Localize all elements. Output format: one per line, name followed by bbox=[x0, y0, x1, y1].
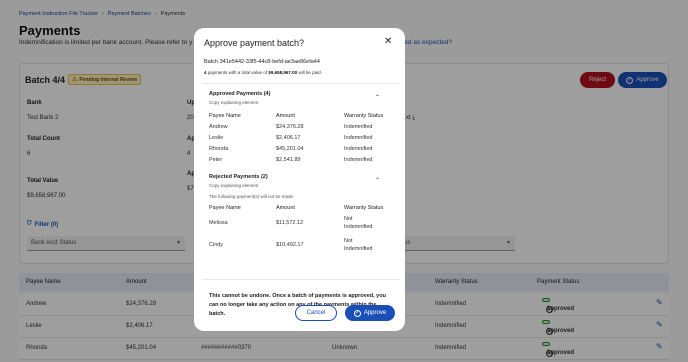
approved-payee: Rhonda bbox=[209, 146, 229, 152]
rejected-warranty-line2: Indemnified bbox=[344, 224, 373, 230]
approved-warranty: Indemnified bbox=[344, 146, 373, 152]
rejected-section-sub: Copy explaining element bbox=[209, 183, 259, 188]
chevron-up-icon[interactable]: ⌃ bbox=[375, 94, 380, 101]
rejected-payee: Melissa bbox=[209, 220, 228, 226]
approved-amount: $45,201.04 bbox=[276, 146, 304, 152]
approved-amount: $2,541.89 bbox=[276, 157, 301, 163]
summary-mid: payments with a total value of bbox=[206, 70, 269, 75]
approved-amount: $2,406.17 bbox=[276, 135, 301, 141]
summary-end: will be paid. bbox=[297, 70, 322, 75]
approved-warranty: Indemnified bbox=[344, 135, 373, 141]
cancel-button[interactable]: Cancel bbox=[295, 305, 337, 321]
approved-col-amount: Amount bbox=[276, 113, 295, 119]
approve-batch-dialog: Approve payment batch? ✕ Batch 341e5442-… bbox=[194, 28, 405, 331]
approved-payee: Peter bbox=[209, 157, 223, 163]
summary-value: $9,658,967.00 bbox=[268, 70, 298, 75]
rejected-warranty-line1: Not bbox=[344, 216, 353, 222]
rejected-col-payee: Payee Name bbox=[209, 205, 241, 211]
approved-section-sub: Copy explaining element bbox=[209, 100, 259, 105]
confirm-approve-button[interactable]: ✓ Approve bbox=[345, 305, 395, 321]
approved-col-warranty: Warranty Status bbox=[344, 113, 384, 119]
rejected-payee: Cindy bbox=[209, 242, 224, 248]
rejected-section-note: The following payment(s) will not be mad… bbox=[209, 194, 295, 199]
approved-section-heading: Approved Payments (4) bbox=[209, 91, 271, 97]
check-circle-icon: ✓ bbox=[353, 309, 361, 317]
approved-payee: Andrew bbox=[209, 124, 228, 130]
confirm-approve-label: Approve bbox=[363, 310, 387, 316]
rejected-amount: $10,492.17 bbox=[276, 242, 304, 248]
rejected-warranty-line1: Not bbox=[344, 238, 353, 244]
dialog-batch-id: Batch 341e5442-33f5-44c8-befd-ae3ae86efa… bbox=[204, 59, 320, 65]
dialog-summary: 4 payments with a total value of $9,658,… bbox=[204, 70, 322, 75]
rejected-warranty-line2: Indemnified bbox=[344, 246, 373, 252]
approved-warranty: Indemnified bbox=[344, 124, 373, 130]
dialog-title: Approve payment batch? bbox=[204, 38, 305, 48]
close-icon[interactable]: ✕ bbox=[384, 36, 392, 47]
rejected-section-heading: Rejected Payments (2) bbox=[209, 174, 268, 180]
approved-col-payee: Payee Name bbox=[209, 113, 241, 119]
approved-amount: $24,376.28 bbox=[276, 124, 304, 130]
approved-warranty: Indemnified bbox=[344, 157, 373, 163]
chevron-up-icon[interactable]: ⌃ bbox=[375, 177, 380, 184]
rejected-col-amount: Amount bbox=[276, 205, 295, 211]
dialog-scroll-area[interactable]: Approved Payments (4) Copy explaining el… bbox=[202, 83, 399, 280]
rejected-amount: $11,572.12 bbox=[276, 220, 304, 226]
approved-payee: Leslie bbox=[209, 135, 224, 141]
rejected-col-warranty: Warranty Status bbox=[344, 205, 384, 211]
